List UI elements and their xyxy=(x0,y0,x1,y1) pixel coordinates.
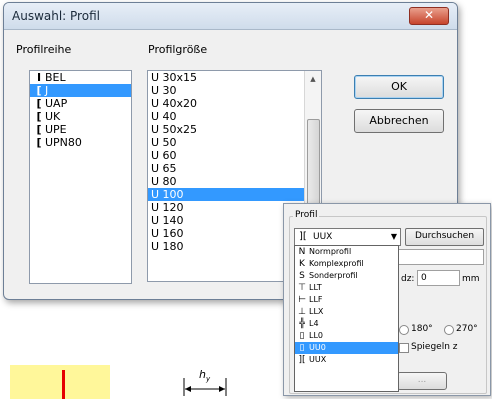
dropdown-item-label: LL0 xyxy=(309,331,324,340)
series-item[interactable]: [UPE xyxy=(30,123,131,136)
dropdown-item-label: UU0 xyxy=(309,343,326,352)
dropdown-item-icon: ⊥ xyxy=(298,307,306,317)
profile-shape-icon: [ xyxy=(36,136,42,149)
series-item-label: UAP xyxy=(45,97,68,110)
dropdown-item-icon: ][ xyxy=(298,355,306,365)
dz-label: dz: xyxy=(401,274,415,284)
profile-type-dropdown[interactable]: N Normprofil K Komplexprofil S Sonderprofil ⊤ L… xyxy=(294,245,399,392)
dropdown-item-label: LLX xyxy=(309,307,324,316)
ok-button[interactable]: OK xyxy=(354,75,444,99)
size-item[interactable]: U 50x25 xyxy=(148,123,305,136)
dropdown-item[interactable]: ⊥ LLX xyxy=(295,306,398,318)
series-label: Profilreihe xyxy=(16,43,72,56)
dropdown-item[interactable]: N Normprofil xyxy=(295,246,398,258)
radio-270[interactable] xyxy=(444,325,454,335)
series-item[interactable]: [UK xyxy=(30,110,131,123)
series-item-label: UK xyxy=(45,110,61,123)
size-item[interactable]: U 60 xyxy=(148,149,305,162)
dropdown-item-label: LLT xyxy=(309,283,322,292)
series-item-label: UPE xyxy=(45,123,67,136)
profile-shape-icon: [ xyxy=(36,97,42,110)
red-marker xyxy=(62,370,65,399)
dropdown-item[interactable]: S Sonderprofil xyxy=(295,270,398,282)
browse-button[interactable]: Durchsuchen xyxy=(405,228,484,246)
size-item[interactable]: U 120 xyxy=(148,201,305,214)
chevron-down-icon[interactable]: ▼ xyxy=(391,229,397,245)
dropdown-item-icon: ▯ xyxy=(299,343,305,353)
dropdown-item[interactable]: ╬ L4 xyxy=(295,318,398,330)
profile-shape-icon: [ xyxy=(36,110,42,123)
size-item[interactable]: U 30 xyxy=(148,84,305,97)
series-item-label: UPN80 xyxy=(45,136,82,149)
size-item[interactable]: U 160 xyxy=(148,227,305,240)
radio-180[interactable] xyxy=(399,325,409,335)
series-listbox[interactable]: I BEL[J[UAP[UK[UPE[UPN80 xyxy=(29,70,132,284)
profile-type-combo[interactable]: ][ UUX ▼ xyxy=(294,228,401,246)
size-item[interactable]: U 50 xyxy=(148,136,305,149)
dropdown-item-label: L4 xyxy=(309,319,319,328)
dropdown-item-label: Komplexprofil xyxy=(309,259,364,268)
highlight-box xyxy=(10,365,110,399)
series-item-label: BEL xyxy=(45,71,66,84)
dropdown-item-label: Sonderprofil xyxy=(309,271,358,280)
size-item[interactable]: U 180 xyxy=(148,240,305,253)
size-item[interactable]: U 40 xyxy=(148,110,305,123)
size-label: Profilgröße xyxy=(148,43,208,56)
close-button[interactable]: ✕ xyxy=(409,7,449,25)
size-item[interactable]: U 80 xyxy=(148,175,305,188)
size-item[interactable]: U 40x20 xyxy=(148,97,305,110)
dropdown-item-icon: ⊢ xyxy=(298,295,306,305)
dropdown-item-icon: K xyxy=(299,259,305,269)
series-item[interactable]: [J xyxy=(30,84,131,97)
dimension-label: hy xyxy=(199,368,211,384)
series-item[interactable]: I BEL xyxy=(30,71,131,84)
profile-name-field[interactable] xyxy=(397,249,484,265)
scroll-thumb[interactable] xyxy=(307,119,320,211)
mirror-checkbox[interactable] xyxy=(399,343,409,353)
dropdown-item[interactable]: ⊤ LLT xyxy=(295,282,398,294)
profile-shape-icon: I xyxy=(36,71,42,84)
size-item[interactable]: U 100 xyxy=(148,188,305,201)
profile-shape-icon: [ xyxy=(36,123,42,136)
size-item[interactable]: U 140 xyxy=(148,214,305,227)
dropdown-item-icon: ▯ xyxy=(299,331,305,341)
dropdown-item[interactable]: ▯ LL0 xyxy=(295,330,398,342)
dropdown-item-icon: N xyxy=(298,247,306,257)
size-item[interactable]: U 65 xyxy=(148,162,305,175)
dropdown-item[interactable]: ][UUX xyxy=(295,354,398,366)
dialog-title: Auswahl: Profil xyxy=(12,9,100,23)
series-item-label: J xyxy=(45,84,49,97)
size-item[interactable]: U 30x15 xyxy=(148,71,305,84)
scroll-up-icon[interactable]: ▲ xyxy=(305,71,321,87)
dz-field[interactable]: 0 xyxy=(417,270,460,286)
more-button[interactable]: ... xyxy=(397,372,447,390)
dropdown-item-icon: S xyxy=(299,271,305,281)
profile-shape-icon: [ xyxy=(36,84,42,97)
dropdown-item-icon: ╬ xyxy=(299,319,305,329)
unit-label: mm xyxy=(462,274,480,284)
radio-180-label: 180° xyxy=(411,324,433,334)
dropdown-item-label: LLF xyxy=(309,295,323,304)
cancel-button[interactable]: Abbrechen xyxy=(354,109,444,133)
dropdown-item[interactable]: ▯ UU0 xyxy=(295,342,398,354)
i-beam-icon: ][ xyxy=(299,231,307,242)
dropdown-item-label: UUX xyxy=(309,355,327,364)
combo-value: UUX xyxy=(313,232,333,242)
dropdown-item-label: Normprofil xyxy=(309,247,352,256)
series-item[interactable]: [UPN80 xyxy=(30,136,131,149)
profile-group-label: Profil xyxy=(293,210,320,220)
series-item[interactable]: [UAP xyxy=(30,97,131,110)
title-bar: Auswahl: Profil ✕ xyxy=(4,3,457,30)
radio-270-label: 270° xyxy=(456,324,478,334)
dropdown-item[interactable]: ⊢ LLF xyxy=(295,294,398,306)
dropdown-item[interactable]: K Komplexprofil xyxy=(295,258,398,270)
mirror-label: Spiegeln z xyxy=(411,342,458,352)
dropdown-item-icon: ⊤ xyxy=(298,283,306,293)
